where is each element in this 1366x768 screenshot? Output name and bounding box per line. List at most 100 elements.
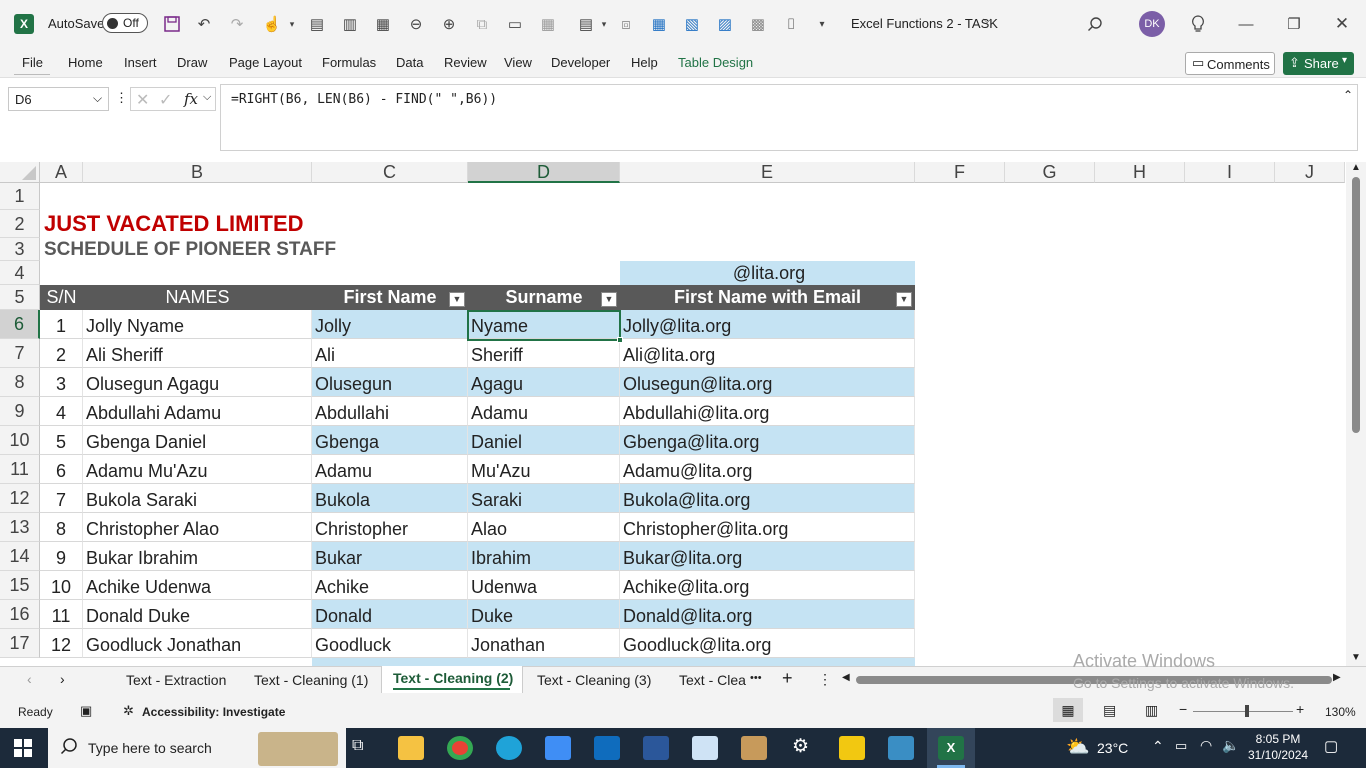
power-bi-icon[interactable] xyxy=(839,736,865,760)
next-sheet-icon[interactable]: › xyxy=(60,671,65,687)
cell-email[interactable]: Ali@lita.org xyxy=(620,339,915,368)
header-surname[interactable]: Surname xyxy=(468,285,620,310)
prev-sheet-icon[interactable]: ‹ xyxy=(27,671,32,687)
cell-name[interactable]: Goodluck Jonathan xyxy=(83,629,312,658)
row-header[interactable]: 17 xyxy=(0,629,40,658)
excel-taskbar-active[interactable]: X xyxy=(927,728,975,768)
header-names[interactable]: NAMES xyxy=(83,285,312,310)
lightbulb-icon[interactable] xyxy=(1186,12,1210,36)
cell-first-name[interactable]: Goodluck xyxy=(312,629,468,658)
tab-table-design[interactable]: Table Design xyxy=(678,55,753,70)
vertical-scrollbar[interactable]: ▲ ▼ xyxy=(1346,162,1366,666)
cell-sn[interactable]: 1 xyxy=(40,310,83,339)
chart-icon[interactable]: ▧ xyxy=(680,12,704,36)
taskbar-search-box[interactable]: Type here to search xyxy=(48,728,346,768)
scroll-right-icon[interactable]: ▶ xyxy=(1333,672,1341,683)
table-icon[interactable]: ▦ xyxy=(536,12,560,36)
cell-first-name[interactable]: Jolly xyxy=(312,310,468,339)
column-header-d[interactable]: D xyxy=(468,162,620,183)
cell-first-name[interactable]: Bukar xyxy=(312,542,468,571)
cell-email[interactable]: Bukar@lita.org xyxy=(620,542,915,571)
cell-surname[interactable]: Ibrahim xyxy=(468,542,620,571)
header-sn[interactable]: S/N xyxy=(40,285,83,310)
tab-draw[interactable]: Draw xyxy=(177,55,207,70)
cell-sn[interactable]: 3 xyxy=(40,368,83,397)
zoom-in-icon[interactable]: ⊕ xyxy=(437,12,461,36)
tab-data[interactable]: Data xyxy=(396,55,423,70)
quick-access-dropdown-icon[interactable]: ▾ xyxy=(280,12,304,36)
cell-sn[interactable]: 8 xyxy=(40,513,83,542)
row-header[interactable]: 13 xyxy=(0,513,40,542)
tab-developer[interactable]: Developer xyxy=(551,55,610,70)
weather-icon[interactable]: ⛅ xyxy=(1066,735,1090,759)
cell-first-name[interactable]: Bukola xyxy=(312,484,468,513)
filter-dropdown-icon[interactable]: ▼ xyxy=(896,292,912,307)
cell-name[interactable]: Christopher Alao xyxy=(83,513,312,542)
scroll-up-icon[interactable]: ▲ xyxy=(1351,162,1361,173)
tab-home[interactable]: Home xyxy=(68,55,103,70)
cell-sn[interactable]: 11 xyxy=(40,600,83,629)
tools-icon[interactable] xyxy=(888,736,914,760)
task-view-icon[interactable]: ⧉ xyxy=(352,737,363,755)
column-header-j[interactable]: J xyxy=(1275,162,1345,183)
cell-name[interactable]: Gbenga Daniel xyxy=(83,426,312,455)
add-sheet-icon[interactable]: + xyxy=(782,668,793,689)
tab-file[interactable]: File xyxy=(22,55,43,70)
row-header[interactable]: 12 xyxy=(0,484,40,513)
macro-record-icon[interactable]: ▣ xyxy=(80,703,92,719)
filter-dropdown-icon[interactable]: ▼ xyxy=(449,292,465,307)
accessibility-status[interactable]: Accessibility: Investigate xyxy=(142,705,285,719)
cell-name[interactable]: Achike Udenwa xyxy=(83,571,312,600)
temperature[interactable]: 23°C xyxy=(1097,740,1128,756)
normal-view-icon[interactable]: ▦ xyxy=(1053,698,1083,722)
cell-email[interactable]: Christopher@lita.org xyxy=(620,513,915,542)
notification-icon[interactable]: ▢ xyxy=(1324,737,1338,755)
page-break-view-icon[interactable]: ▥ xyxy=(1145,702,1158,719)
cell-surname[interactable]: Daniel xyxy=(468,426,620,455)
format-dropdown-icon[interactable]: ▾ xyxy=(592,12,616,36)
tab-review[interactable]: Review xyxy=(444,55,487,70)
sheet-tab-text-cleaning-2[interactable]: Text - Cleaning (2) xyxy=(393,670,513,686)
cell-name[interactable]: Abdullahi Adamu xyxy=(83,397,312,426)
cell-sn[interactable]: 5 xyxy=(40,426,83,455)
title-dropdown-icon[interactable]: ⌵ xyxy=(983,14,991,27)
column-header-c[interactable]: C xyxy=(312,162,468,183)
row-header[interactable]: 8 xyxy=(0,368,40,397)
cell-sn[interactable]: 7 xyxy=(40,484,83,513)
outlook-icon[interactable] xyxy=(594,736,620,760)
accessibility-icon[interactable]: ✲ xyxy=(123,703,134,719)
zoom-out-icon[interactable]: ⊖ xyxy=(404,12,428,36)
undo-icon[interactable]: ↶ xyxy=(192,12,216,36)
chrome-icon[interactable] xyxy=(447,736,473,760)
cell-sn[interactable]: 12 xyxy=(40,629,83,658)
collapse-formula-icon[interactable]: ⌃ xyxy=(1343,88,1353,102)
cell-email[interactable]: Achike@lita.org xyxy=(620,571,915,600)
row-header[interactable]: 6 xyxy=(0,310,40,339)
notepad-icon[interactable] xyxy=(692,736,718,760)
page-setup-icon[interactable]: ▦ xyxy=(371,12,395,36)
redo-icon[interactable]: ↷ xyxy=(225,12,249,36)
zoom-slider-thumb[interactable] xyxy=(1245,705,1249,717)
cell-email[interactable]: Donald@lita.org xyxy=(620,600,915,629)
cell-email[interactable]: Adamu@lita.org xyxy=(620,455,915,484)
cell-email[interactable]: Goodluck@lita.org xyxy=(620,629,915,658)
company-title[interactable]: JUST VACATED LIMITED xyxy=(41,210,304,238)
insert-function-icon[interactable]: fx xyxy=(184,90,198,108)
page-layout-view-icon[interactable]: ▤ xyxy=(1103,702,1116,719)
row-header[interactable]: 4 xyxy=(0,261,40,285)
cell-email[interactable]: Abdullahi@lita.org xyxy=(620,397,915,426)
cell-first-name[interactable]: Olusegun xyxy=(312,368,468,397)
row-header[interactable]: 2 xyxy=(0,210,40,238)
zoom-out-button[interactable]: − xyxy=(1179,701,1187,717)
name-box-dropdown-icon[interactable]: ⌵ xyxy=(93,91,102,106)
zoom-slider[interactable] xyxy=(1193,705,1293,717)
name-box[interactable]: D6 ⌵ xyxy=(8,87,109,111)
vertical-scroll-thumb[interactable] xyxy=(1352,177,1360,433)
cell-first-name[interactable]: Adamu xyxy=(312,455,468,484)
cell-surname[interactable]: Duke xyxy=(468,600,620,629)
row-header[interactable]: 9 xyxy=(0,397,40,426)
column-header-g[interactable]: G xyxy=(1005,162,1095,183)
formula-bar-options-icon[interactable]: ⋮ xyxy=(115,90,128,106)
column-header-i[interactable]: I xyxy=(1185,162,1275,183)
cell-surname[interactable]: Udenwa xyxy=(468,571,620,600)
